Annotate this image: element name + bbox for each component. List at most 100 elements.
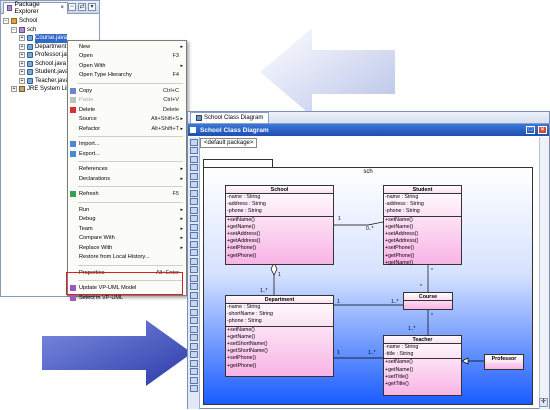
menu-item-label: Run <box>79 206 90 213</box>
copy-icon <box>70 87 76 94</box>
menu-item-refresh[interactable]: Refresh F5 <box>68 190 186 200</box>
menu-item-label: Open With <box>79 62 106 69</box>
link-with-editor-icon[interactable]: ⇄ <box>78 3 86 11</box>
class-professor[interactable]: Professor <box>484 354 524 370</box>
tree-item[interactable]: − School <box>3 17 97 26</box>
menu-item-label: Debug <box>79 216 96 223</box>
multiplicity-label: 1 <box>337 299 340 305</box>
java-file-icon <box>27 43 33 50</box>
menu-item-label: Refactor <box>79 125 101 132</box>
menu-item-label: Declarations <box>79 175 111 182</box>
menu-item-shortcut: Delete <box>162 106 179 113</box>
expand-icon[interactable]: + <box>19 35 25 42</box>
class-teacher-name: Teacher <box>384 336 461 344</box>
class-school[interactable]: School -name : String -address : String -p… <box>225 185 334 265</box>
menu-item-shortcut: Alt+Shift+T <box>151 125 179 132</box>
menu-item-label: Select in VP-UML <box>79 294 124 301</box>
menu-item-replace-with[interactable]: Replace With ▸ <box>68 243 186 253</box>
menu-item-restore-from-local-history[interactable]: Restore from Local History... <box>68 253 186 263</box>
menu-item-copy[interactable]: Copy Ctrl+C <box>68 86 186 96</box>
submenu-arrow-icon: ▸ <box>180 43 183 50</box>
menu-item-open[interactable]: Open F3 <box>68 52 186 62</box>
class-course[interactable]: Course <box>403 292 453 310</box>
multiplicity-label: * <box>420 284 422 290</box>
submenu-arrow-icon: ▸ <box>180 166 183 173</box>
vp-uml-icon <box>70 294 76 301</box>
class-member: +getPhone() <box>227 362 257 369</box>
java-file-icon <box>27 60 33 67</box>
import-icon <box>70 141 76 148</box>
menu-item-label: References <box>79 166 108 173</box>
menu-item-declarations[interactable]: Declarations ▸ <box>68 174 186 184</box>
menu-item-shortcut: Alt+Shift+S <box>151 116 179 123</box>
class-student[interactable]: Student -name : String -address : String -… <box>383 185 462 266</box>
menu-separator <box>78 136 183 137</box>
class-school-name: School <box>226 186 333 194</box>
class-member: -address : String <box>227 201 266 208</box>
menu-item-debug[interactable]: Debug ▸ <box>68 215 186 225</box>
menu-item-compare-with[interactable]: Compare With ▸ <box>68 234 186 244</box>
menu-item-delete[interactable]: Delete Delete <box>68 105 186 115</box>
tree-item-label: sch <box>27 26 37 33</box>
menu-item-shortcut: F5 <box>172 191 179 198</box>
expand-icon[interactable]: + <box>19 77 25 84</box>
class-teacher[interactable]: Teacher -name : String -title : String +s… <box>383 335 462 396</box>
package-explorer-tab[interactable]: Package Explorer × <box>3 1 68 15</box>
menu-item-paste[interactable]: Paste Ctrl+V <box>68 96 186 106</box>
generalization-triangle <box>461 357 469 365</box>
menu-item-label: Open <box>79 53 93 60</box>
class-member: +getPhone() <box>227 252 257 259</box>
tree-item[interactable]: − sch <box>3 26 97 35</box>
menu-item-shortcut: F3 <box>172 53 179 60</box>
menu-item-source[interactable]: Source Alt+Shift+S ▸ <box>68 115 186 125</box>
expand-icon[interactable]: + <box>19 69 25 76</box>
menu-item-open-type-hierarchy[interactable]: Open Type Hierarchy F4 <box>68 71 186 81</box>
menu-item-run[interactable]: Run ▸ <box>68 205 186 215</box>
java-file-icon <box>27 35 33 42</box>
class-department[interactable]: Department -name : String -shortName : St… <box>225 295 334 377</box>
expand-icon[interactable]: + <box>19 60 25 67</box>
class-department-attributes: -name : String -shortName : String -phone … <box>226 304 333 327</box>
collapse-icon[interactable]: − <box>11 26 17 33</box>
class-member: +getShortName() <box>227 348 268 355</box>
menu-item-import[interactable]: Import... <box>68 140 186 150</box>
class-member: -phone : String <box>227 318 262 325</box>
menu-item-open-with[interactable]: Open With ▸ <box>68 61 186 71</box>
collapse-icon[interactable]: − <box>3 18 9 25</box>
multiplicity-label: 1..* <box>368 350 376 356</box>
expand-icon[interactable]: + <box>11 86 17 93</box>
menu-item-team[interactable]: Team ▸ <box>68 224 186 234</box>
menu-item-references[interactable]: References ▸ <box>68 165 186 175</box>
tree-item-label: School.java <box>35 60 67 67</box>
refresh-icon <box>70 191 76 198</box>
class-member: +getName() <box>385 223 414 230</box>
multiplicity-label: 1 <box>338 216 341 222</box>
menu-item-label: Import... <box>79 141 100 148</box>
close-icon[interactable]: × <box>60 5 64 11</box>
menu-item-export[interactable]: Export... <box>68 149 186 159</box>
multiplicity-label: 1 <box>337 350 340 356</box>
package-explorer-header: Package Explorer × − ⇄ ▾ <box>1 1 99 15</box>
menu-separator <box>78 264 183 266</box>
collapse-all-icon[interactable]: − <box>68 3 76 11</box>
tree-item-label: School <box>19 18 38 24</box>
menu-item-new[interactable]: New ▸ <box>68 42 186 52</box>
class-member: +getName() <box>385 259 414 266</box>
expand-icon[interactable]: + <box>19 52 25 59</box>
class-student-attributes: -name : String -address : String -phone : … <box>384 194 461 217</box>
multiplicity-label: * <box>431 313 433 319</box>
submenu-arrow-icon: ▸ <box>180 62 183 69</box>
project-icon <box>11 18 17 25</box>
navigator-icon[interactable]: ✛ <box>539 398 548 407</box>
submenu-arrow-icon: ▸ <box>180 125 183 132</box>
java-file-icon <box>27 77 33 84</box>
class-member: +getAddress() <box>227 238 261 245</box>
expand-icon[interactable]: + <box>19 43 25 50</box>
menu-item-label: Restore from Local History... <box>79 254 150 261</box>
class-member: +getName() <box>227 333 256 340</box>
menu-item-refactor[interactable]: Refactor Alt+Shift+T ▸ <box>68 124 186 134</box>
vp-uml-highlight-box <box>66 272 183 295</box>
arrow-right-dark-icon <box>42 320 192 386</box>
view-menu-icon[interactable]: ▾ <box>88 3 96 11</box>
menu-item-shortcut: Ctrl+V <box>163 97 179 104</box>
